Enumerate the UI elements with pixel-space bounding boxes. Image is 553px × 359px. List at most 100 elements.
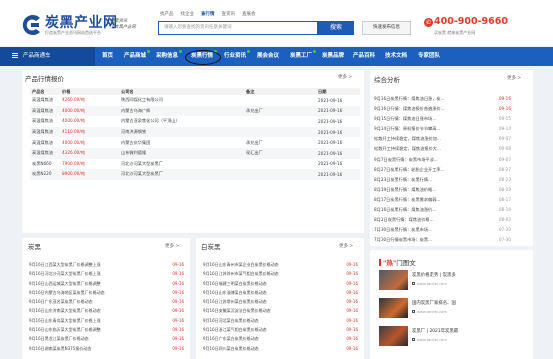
search-button[interactable]: 搜索	[318, 21, 354, 35]
nav-item-factories[interactable]: 炭黑工厂	[290, 47, 317, 66]
logo-icon[interactable]	[20, 13, 44, 37]
category-menu-button[interactable]: 产品商通车	[0, 47, 95, 66]
item-title[interactable]: 9月14日行情：原料报价节节攀高...	[374, 124, 467, 134]
item-title[interactable]: 9月16日江西某大型炭黑厂价格调整上涨	[29, 260, 157, 269]
item-title[interactable]: 9月16日山西运城某大型炭黑厂价格调整	[29, 279, 157, 288]
company-cell[interactable]: 内蒙古亚泉焦化公司（平顶山）	[119, 116, 244, 127]
nav-item-product-mall[interactable]: 产品商城	[124, 47, 151, 66]
item-title[interactable]: 9月15日行情：煤焦油日涨市场...	[374, 114, 467, 124]
list-item[interactable]: 9月14日行情：原料报价节节攀高... 09-14	[374, 124, 511, 134]
item-title[interactable]: 9月16日福建三明某白炭黑价格动态	[203, 279, 331, 288]
list-item[interactable]: 9月16日福建三明某白炭黑价格动态 09-16	[203, 279, 358, 288]
item-title[interactable]: 9月16日河北沙河某大型炭黑厂价格上涨	[29, 269, 157, 278]
table-row[interactable]: 高温煤焦油 4000.00/吨 内蒙古庆华集团 承兑出厂 2021-09-16	[30, 137, 360, 148]
nav-item-purchase[interactable]: 采购信息	[156, 47, 183, 66]
item-title[interactable]: 9月16日浙江某气相白炭黑价格动态	[203, 325, 331, 334]
list-item[interactable]: 8月16日炭黑行情：煤焦油涨价... 08-16	[374, 205, 511, 215]
publish-button[interactable]: 快速发布信息	[362, 21, 411, 35]
item-title[interactable]: 9月16日黑龙江某炭黑厂价格动态	[29, 334, 157, 343]
search-input[interactable]: 请输入您要查找的资讯任意关键词	[158, 21, 318, 35]
hot-thumbnail[interactable]	[379, 326, 408, 346]
price-more-link[interactable]: 更多 >	[338, 74, 352, 80]
nav-item-tech-docs[interactable]: 技术文档	[385, 47, 407, 66]
item-title[interactable]: 9月16日湖南某炭黑N375报价动态	[29, 344, 157, 353]
nav-item-home[interactable]: 首页	[102, 47, 113, 66]
company-cell[interactable]: 河北沙河某大型炭黑厂	[119, 169, 244, 180]
list-item[interactable]: 9月16日河北沙河某大型炭黑厂价格上涨 09-16	[29, 269, 184, 278]
table-row[interactable]: 炭黑N220 8900.00/吨 河北沙河某大型炭黑厂 2021-09-16	[30, 169, 360, 180]
list-item[interactable]: 9月16日内蒙古乌海地区某炭黑厂价格动态 09-16	[29, 288, 184, 297]
table-row[interactable]: 高温煤焦油 4260.00/吨 陕西同煤化工有限公司 2021-09-16	[30, 95, 360, 106]
table-row[interactable]: 高温煤焦油 4110.00/吨 河南济源钢铁 2021-09-16	[30, 126, 360, 138]
company-cell[interactable]: 内蒙古庆华集团	[119, 137, 244, 148]
list-item[interactable]: 9月16日浙江某气相白炭黑价格动态 09-16	[203, 325, 358, 334]
item-title[interactable]: 9月16日河北某白炭黑价格动态	[203, 316, 331, 325]
item-title[interactable]: 9月7日炭黑行情：炭黑市场平淡...	[374, 155, 467, 165]
table-row[interactable]: 高温煤焦油 4000.00/吨 内蒙古亚泉焦化公司（平顶山） 2021-09-16	[30, 116, 360, 127]
list-item[interactable]: 8月17日炭黑行情：炭黑需求偏弱... 08-17	[374, 195, 511, 205]
item-title[interactable]: 9月16日山东临沂某大型炭黑厂价格调整	[29, 325, 157, 334]
list-item[interactable]: 9月16日山东济南某大型炭黑厂价格动态 09-16	[29, 306, 184, 315]
list-item[interactable]: 7月30日行情炭黑市场：炭黑... 07-30	[374, 235, 511, 245]
table-row[interactable]: 高温煤焦油 4000.00/吨 内蒙古乌海广辉 承兑出厂 2021-09-16	[30, 105, 360, 117]
hot-item-title[interactable]: 国内炭黑厂家排名、国	[412, 300, 456, 306]
nav-item-industry-news[interactable]: 行业资讯	[224, 47, 251, 66]
list-item[interactable]: 9月16日湖南某炭黑N375报价动态 09-16	[29, 344, 184, 353]
item-title[interactable]: 9月16日山东青岛某大型炭黑厂价格上涨	[29, 316, 157, 325]
logo-name[interactable]: 炭黑产业网	[45, 12, 118, 32]
nav-item-encyclopedia[interactable]: 产品百科	[353, 47, 375, 66]
item-title[interactable]: 9月16日山东青州市某企业白炭黑价格动态	[203, 260, 331, 269]
item-title[interactable]: 9月16日内蒙古乌海地区某炭黑厂价格动态	[29, 288, 157, 297]
company-cell[interactable]: 河北沙河某大型炭黑厂	[119, 159, 244, 170]
company-cell[interactable]: 陕西同煤化工有限公司	[119, 95, 244, 106]
item-title[interactable]: 9月16日江苏常州某白炭黑价格动态	[203, 297, 331, 306]
hot-thumbnail[interactable]	[379, 270, 408, 290]
list-item[interactable]: 9月16日山东淄博某白炭黑价格动态 09-16	[203, 288, 358, 297]
hot-thumbnail[interactable]	[379, 298, 408, 318]
item-title[interactable]: 7月30日炭黑行情：炭黑市场...	[374, 225, 467, 235]
list-item[interactable]: 9月16日江西某大型炭黑厂价格调整上涨 09-16	[29, 260, 184, 269]
list-item[interactable]: 8月19日炭黑行情：煤焦油价格... 08-19	[374, 185, 511, 195]
item-title[interactable]: 8月19日炭黑行情：煤焦油价格...	[374, 185, 467, 195]
item-title[interactable]: 9月16日四川某白炭黑价格动态	[203, 344, 331, 353]
list-item[interactable]: 松散开工持续稳定，煤焦油报价大... 09-08	[374, 144, 511, 154]
list-item[interactable]: 9月16日炭黑行情：煤焦油日涨，炭... 09-16	[374, 94, 511, 104]
item-title[interactable]: 9月16日广东某白炭黑价格动态	[203, 334, 331, 343]
item-title[interactable]: 松散开工持续稳定，煤焦油报价大...	[374, 144, 467, 154]
list-item[interactable]: 9月16日江苏常州某白炭黑价格动态 09-16	[203, 297, 358, 306]
list-item[interactable]: 松散开工持续稳定，煤焦油涨价加... 09-07	[374, 134, 511, 144]
item-title[interactable]: 9月16日江苏徐州市某气相白炭黑价格动态	[203, 269, 331, 278]
item-title[interactable]: 8月23日炭黑行情：炭黑行情...	[374, 175, 467, 185]
item-title[interactable]: 7月30日行情炭黑市场：炭黑...	[374, 235, 467, 245]
list-item[interactable]: 9月16日广东茂名某炭黑厂价格动态 09-16	[29, 297, 184, 306]
search-tab-news[interactable]: 查资讯	[222, 11, 236, 17]
list-item[interactable]: 9月16日安徽某沉淀法白炭黑价格动态 09-16	[203, 306, 358, 315]
item-title[interactable]: 8月16日炭黑行情：煤焦油涨价...	[374, 205, 467, 215]
list-item[interactable]: 9月15日行情：煤焦油日涨市场... 09-15	[374, 114, 511, 124]
item-title[interactable]: 9月16日山东济南某大型炭黑厂价格动态	[29, 306, 157, 315]
list-item[interactable]: 8月27日炭黑行情：轮胎企业开工率... 08-27	[374, 165, 511, 175]
company-cell[interactable]: 河南济源钢铁	[119, 126, 244, 138]
list-item[interactable]: 9月16日山东青州市某企业白炭黑价格动态 09-16	[203, 260, 358, 269]
item-title[interactable]: 8月27日炭黑行情：轮胎企业开工率...	[374, 165, 467, 175]
summary-more-link[interactable]: 更多 >	[507, 75, 521, 81]
list-item[interactable]: 8月2日炭黑行情：煤焦油价格... 08-02	[374, 215, 511, 225]
item-title[interactable]: 9月16日广东茂名某炭黑厂价格动态	[29, 297, 157, 306]
list-item[interactable]: 9月16日山东临沂某大型炭黑厂价格调整 09-16	[29, 325, 184, 334]
list-item[interactable]: 9月16日江苏徐州市某气相白炭黑价格动态 09-16	[203, 269, 358, 278]
item-title[interactable]: 9月16日山东淄博某白炭黑价格动态	[203, 288, 331, 297]
item-title[interactable]: 8月17日炭黑行情：炭黑需求偏弱...	[374, 195, 467, 205]
list-item[interactable]: 9月7日炭黑行情：炭黑市场平淡... 09-07	[374, 155, 511, 165]
item-title[interactable]: 9月16日行情：煤焦油报价普遍涨价...	[374, 104, 467, 114]
list-item[interactable]: 9月16日四川某白炭黑价格动态 09-16	[203, 344, 358, 353]
list-item[interactable]: 9月16日广东某白炭黑价格动态 09-16	[203, 334, 358, 343]
nav-item-exhibitions[interactable]: 展会会议	[257, 47, 279, 66]
list-item[interactable]: 9月16日河北某白炭黑价格动态 09-16	[203, 316, 358, 325]
item-title[interactable]: 9月16日安徽某沉淀法白炭黑价格动态	[203, 306, 331, 315]
company-cell[interactable]: 内蒙古乌海广辉	[119, 105, 244, 117]
search-tab-companies[interactable]: 找企业	[181, 11, 195, 17]
carbon-black-more-link[interactable]: 更多 >	[165, 243, 179, 249]
hot-item-title[interactable]: 炭黑价格走势 | 炭黑多	[412, 272, 456, 278]
item-title[interactable]: 8月2日炭黑行情：煤焦油价格...	[374, 215, 467, 225]
list-item[interactable]: 7月30日炭黑行情：炭黑市场... 07-30	[374, 225, 511, 235]
